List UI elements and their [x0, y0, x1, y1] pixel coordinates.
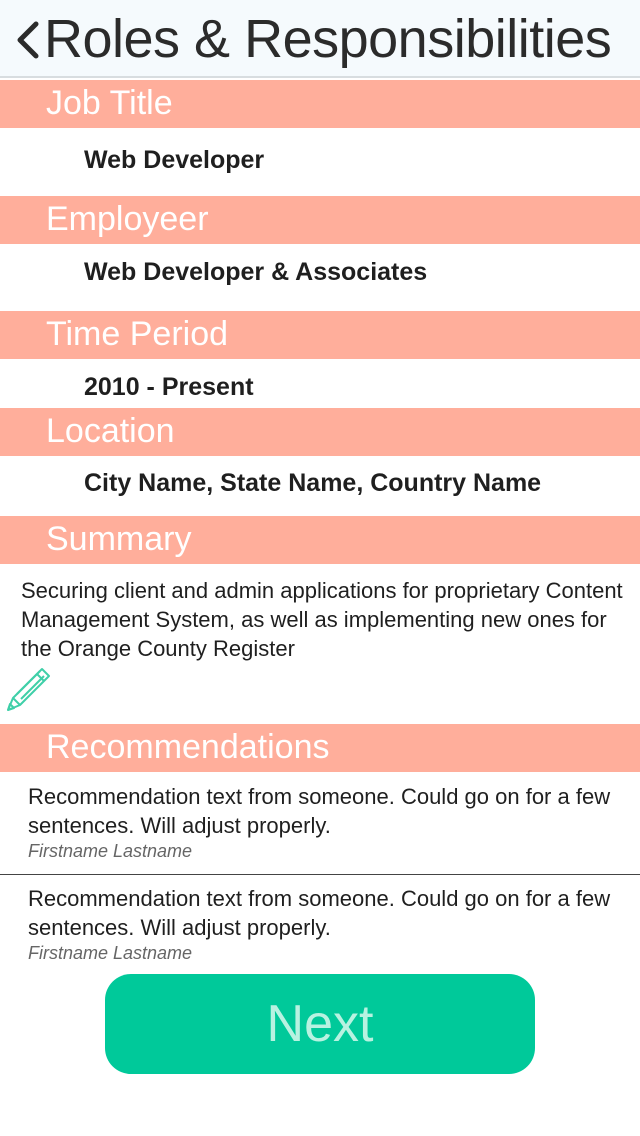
location-label: Location	[46, 412, 175, 450]
recommendation-text: Recommendation text from someone. Could …	[28, 784, 611, 838]
summary-label: Summary	[46, 520, 192, 558]
location-value[interactable]: City Name, State Name, Country Name	[84, 469, 541, 498]
time-period-header: Time Period	[0, 311, 640, 359]
recommendation-author: Firstname Lastname	[28, 841, 193, 861]
summary-text: Securing client and admin applications f…	[21, 578, 623, 661]
recommendation-divider	[0, 874, 640, 875]
employer-header: Employeer	[0, 196, 640, 244]
time-period-value[interactable]: 2010 - Present	[84, 373, 254, 402]
recommendations-label: Recommendations	[46, 728, 330, 766]
chevron-left-icon[interactable]	[14, 20, 44, 60]
summary-header: Summary	[0, 516, 640, 564]
job-title-label: Job Title	[46, 84, 173, 122]
employer-value[interactable]: Web Developer & Associates	[84, 258, 427, 287]
page-title: Roles & Responsibilities	[44, 9, 612, 69]
recommendation-text: Recommendation text from someone. Could …	[28, 886, 611, 940]
next-button[interactable]: Next	[105, 974, 535, 1074]
location-header: Location	[0, 408, 640, 456]
employer-label: Employeer	[46, 200, 209, 238]
job-title-value[interactable]: Web Developer	[84, 146, 264, 175]
next-button-label: Next	[266, 995, 374, 1053]
recommendations-header: Recommendations	[0, 724, 640, 772]
recommendation-author: Firstname Lastname	[28, 943, 193, 963]
time-period-label: Time Period	[46, 315, 229, 353]
pencil-icon[interactable]	[4, 664, 54, 714]
job-title-header: Job Title	[0, 80, 640, 128]
navigation-bar: Roles & Responsibilities	[0, 0, 640, 78]
